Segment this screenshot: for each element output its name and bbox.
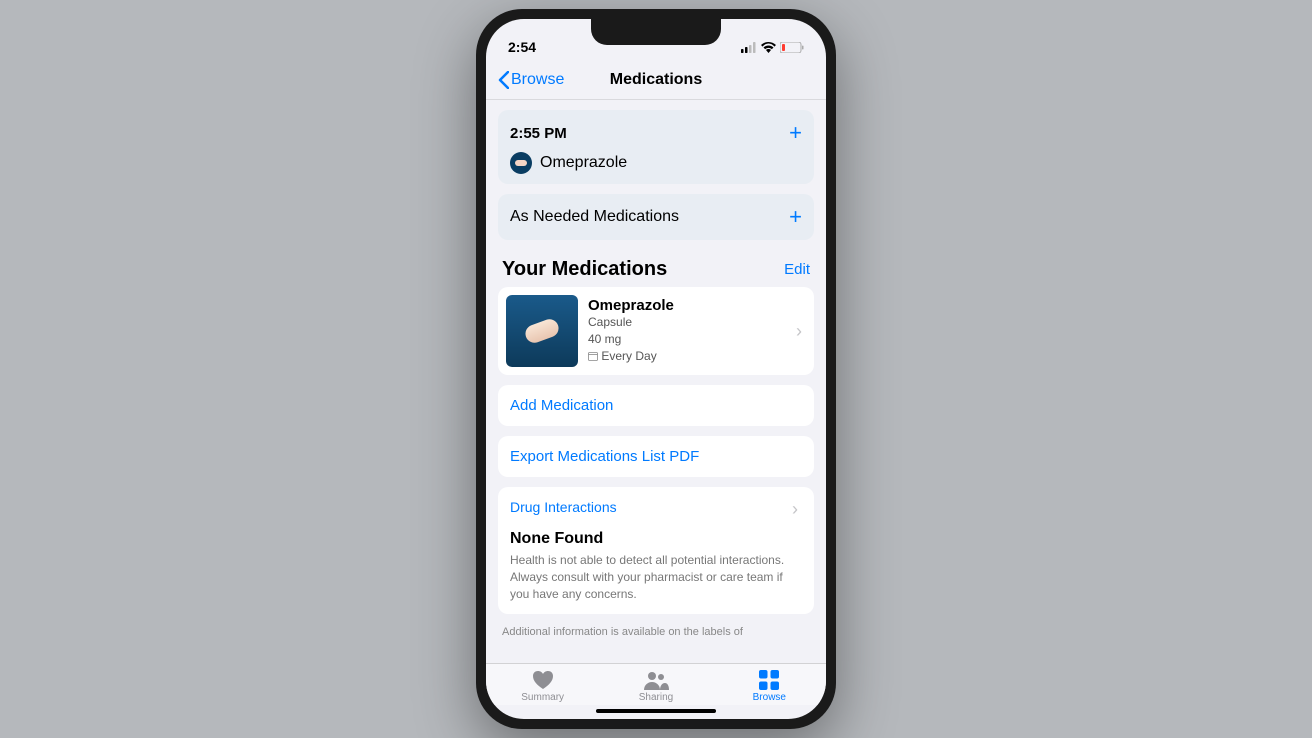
phone-frame: 2:54 Browse Medications 2:55 PM + Omepra… — [476, 9, 836, 729]
chevron-left-icon — [498, 71, 509, 89]
interactions-description: Health is not able to detect all potenti… — [510, 552, 802, 602]
battery-icon — [780, 42, 804, 53]
screen: 2:54 Browse Medications 2:55 PM + Omepra… — [486, 19, 826, 719]
medication-dose: 40 mg — [588, 331, 786, 348]
export-pdf-button[interactable]: Export Medications List PDF — [498, 436, 814, 477]
status-time: 2:54 — [508, 39, 536, 55]
drug-interactions-card[interactable]: Drug Interactions › None Found Health is… — [498, 487, 814, 614]
medication-info: Omeprazole Capsule 40 mg Every Day — [588, 297, 786, 364]
tab-summary[interactable]: Summary — [486, 670, 599, 703]
chevron-right-icon: › — [796, 321, 806, 342]
grid-icon — [759, 670, 779, 690]
interactions-status: None Found — [510, 530, 802, 548]
chevron-right-icon: › — [792, 499, 802, 520]
schedule-med-name: Omeprazole — [540, 154, 627, 172]
wifi-icon — [761, 42, 776, 53]
as-needed-card[interactable]: As Needed Medications + — [498, 194, 814, 240]
as-needed-label: As Needed Medications — [510, 208, 679, 226]
your-medications-title: Your Medications — [502, 258, 667, 281]
content-scroll[interactable]: 2:55 PM + Omeprazole As Needed Medicatio… — [486, 100, 826, 663]
tab-browse[interactable]: Browse — [713, 670, 826, 703]
nav-bar: Browse Medications — [486, 65, 826, 100]
notch — [591, 19, 721, 45]
schedule-med-row[interactable]: Omeprazole — [510, 152, 802, 174]
footer-text: Additional information is available on t… — [502, 626, 810, 638]
medication-name: Omeprazole — [588, 297, 786, 314]
your-medications-header: Your Medications Edit — [502, 258, 810, 281]
heart-icon — [532, 670, 554, 690]
medication-form: Capsule — [588, 314, 786, 331]
add-medication-button[interactable]: Add Medication — [498, 385, 814, 426]
back-label: Browse — [511, 71, 564, 89]
medication-frequency: Every Day — [588, 348, 786, 365]
medication-image — [506, 295, 578, 367]
pill-icon — [510, 152, 532, 174]
drug-interactions-title: Drug Interactions — [510, 499, 617, 520]
signal-icon — [741, 42, 757, 53]
home-indicator[interactable] — [596, 709, 716, 713]
calendar-icon — [588, 351, 598, 361]
add-schedule-button[interactable]: + — [789, 120, 802, 146]
medication-card[interactable]: Omeprazole Capsule 40 mg Every Day › — [498, 287, 814, 375]
schedule-time: 2:55 PM — [510, 125, 567, 142]
people-icon — [643, 670, 669, 690]
tab-sharing[interactable]: Sharing — [599, 670, 712, 703]
add-as-needed-button[interactable]: + — [789, 204, 802, 230]
tab-bar: Summary Sharing Browse — [486, 663, 826, 705]
edit-button[interactable]: Edit — [784, 261, 810, 278]
status-indicators — [741, 42, 804, 53]
back-button[interactable]: Browse — [498, 71, 564, 89]
schedule-card[interactable]: 2:55 PM + Omeprazole — [498, 110, 814, 184]
